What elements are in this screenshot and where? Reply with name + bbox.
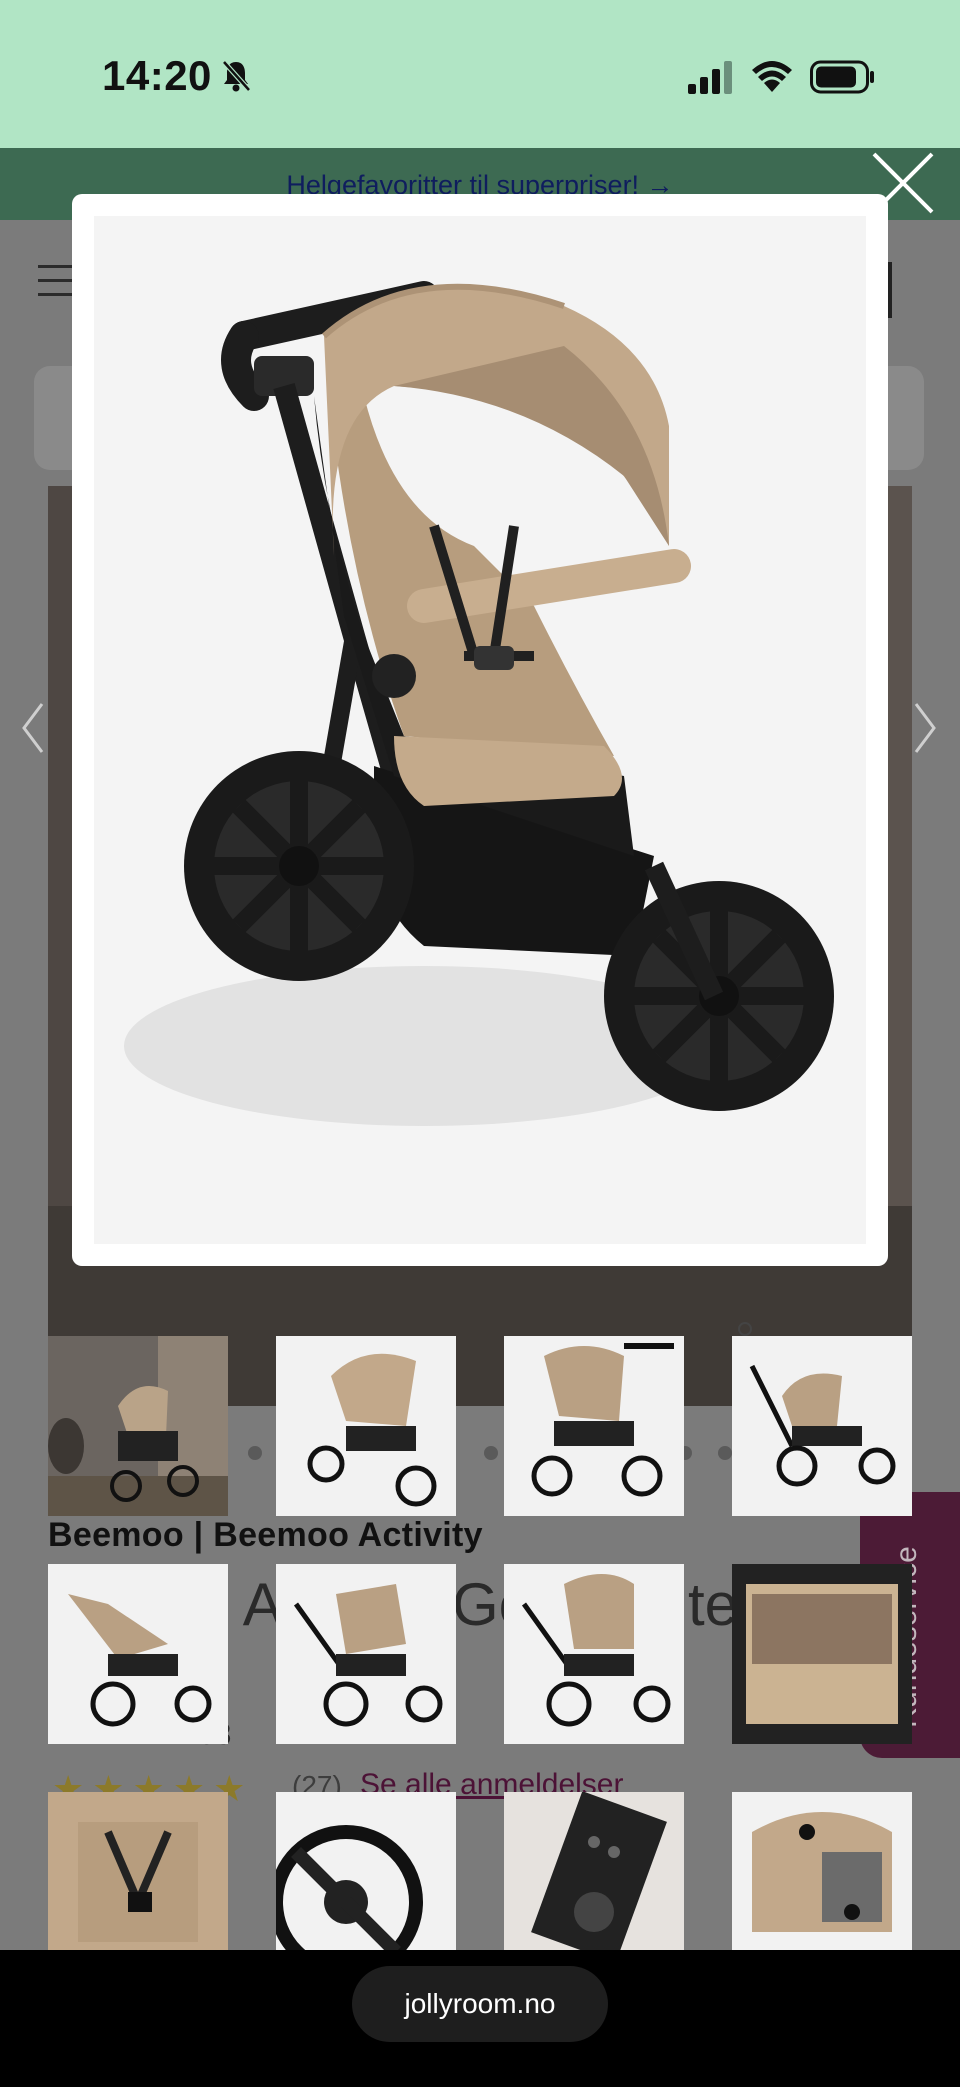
wifi-icon bbox=[752, 61, 792, 92]
carousel-dot[interactable] bbox=[484, 1446, 498, 1460]
thumbnail-2[interactable] bbox=[276, 1336, 456, 1516]
thumbnail-10[interactable] bbox=[276, 1792, 456, 1950]
status-bar: 14:20 bbox=[0, 0, 960, 148]
thumbnail-11[interactable] bbox=[504, 1792, 684, 1950]
status-time: 14:20 bbox=[102, 52, 212, 99]
url-bar[interactable]: jollyroom.no bbox=[352, 1966, 608, 2042]
image-lightbox bbox=[72, 194, 888, 1266]
thumbnail-5[interactable] bbox=[48, 1564, 228, 1744]
thumbnail-12[interactable] bbox=[732, 1792, 912, 1950]
carousel-dot[interactable] bbox=[718, 1446, 732, 1460]
thumbnail-8[interactable] bbox=[732, 1564, 912, 1744]
close-icon[interactable] bbox=[870, 150, 936, 216]
carousel-dot[interactable] bbox=[738, 1322, 752, 1336]
thumbnail-4[interactable] bbox=[732, 1336, 912, 1516]
screen: 14:20 Helgefavoritter til superpriser! → bbox=[0, 0, 960, 2087]
thumbnail-7[interactable] bbox=[504, 1564, 684, 1744]
stroller-image bbox=[94, 216, 866, 1244]
carousel-dot[interactable] bbox=[248, 1446, 262, 1460]
product-brand[interactable]: Beemoo | Beemoo Activity bbox=[48, 1516, 483, 1555]
chevron-right-icon[interactable] bbox=[914, 700, 938, 756]
signal-icon bbox=[688, 61, 732, 94]
chevron-left-icon[interactable] bbox=[20, 700, 44, 756]
thumbnail-9[interactable] bbox=[48, 1792, 228, 1950]
battery-icon bbox=[810, 60, 874, 94]
lightbox-image bbox=[94, 216, 866, 1244]
thumbnail-1[interactable] bbox=[48, 1336, 228, 1516]
menu-icon[interactable] bbox=[38, 265, 76, 299]
thumbnail-3[interactable] bbox=[504, 1336, 684, 1516]
thumbnail-6[interactable] bbox=[276, 1564, 456, 1744]
bell-slash-icon bbox=[222, 60, 251, 92]
